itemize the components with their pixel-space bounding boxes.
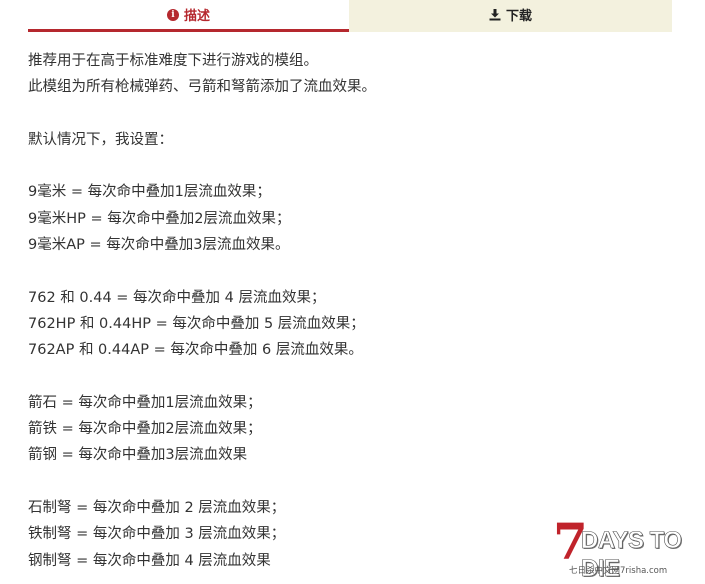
tab-bar: i 描述 下载	[28, 0, 672, 32]
description-line: 此模组为所有枪械弹药、弓箭和弩箭添加了流血效果。	[28, 79, 376, 96]
watermark-logo: 7 DAYS TO DIE 七日杀中文网7risha.com	[553, 514, 703, 583]
tab-download[interactable]: 下载	[349, 0, 672, 32]
tab-download-label: 下载	[505, 9, 532, 24]
description-line: 推荐用于在高于标准难度下进行游戏的模组。	[28, 53, 318, 69]
logo-site: 七日杀中文网7risha.com	[569, 566, 668, 576]
mod-description: 推荐用于在高于标准难度下进行游戏的模组。此模组为所有枪械弹药、弓箭和弩箭添加了流…	[28, 48, 668, 574]
download-icon	[489, 8, 501, 21]
description-line: 762AP 和 0.44AP = 每次命中叠加 6 层流血效果。	[28, 342, 363, 359]
description-line: 9毫米 = 每次命中叠加1层流血效果；	[28, 184, 271, 201]
description-line: 762HP 和 0.44HP = 每次命中叠加 5 层流血效果；	[28, 315, 365, 332]
description-line: 762 和 0.44 = 每次命中叠加 4 层流血效果；	[28, 289, 326, 306]
description-line: 默认情况下，我设置：	[28, 131, 173, 148]
tab-description-label: 描述	[183, 9, 210, 24]
tab-description[interactable]: i 描述	[28, 0, 349, 32]
description-line: 9毫米AP = 每次命中叠加3层流血效果。	[28, 237, 290, 254]
description-line: 箭石 = 每次命中叠加1层流血效果；	[28, 394, 262, 411]
description-line: 9毫米HP = 每次命中叠加2层流血效果；	[28, 210, 291, 227]
description-line: 箭钢 = 每次命中叠加3层流血效果	[28, 447, 248, 464]
info-circle-icon: i	[166, 8, 179, 21]
description-line: 箭铁 = 每次命中叠加2层流血效果；	[28, 421, 262, 438]
